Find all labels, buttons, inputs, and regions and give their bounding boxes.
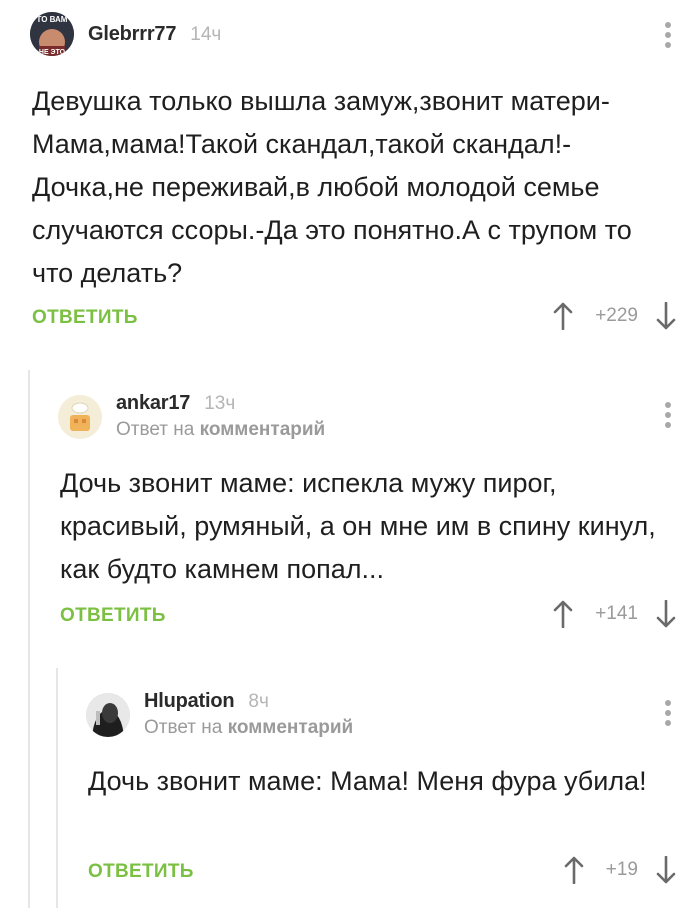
username[interactable]: Hlupation [144,690,235,713]
reply-to-label: Ответ на комментарий [116,419,325,441]
avatar-image [86,692,130,737]
vote-count: +19 [605,859,638,880]
comment-header: Hlupation 8ч Ответ на комментарий [86,690,353,739]
thread-line [28,370,30,908]
reply-to-prefix: Ответ на [116,419,195,440]
arrow-down-icon[interactable] [656,600,676,628]
arrow-up-icon[interactable] [564,856,584,884]
avatar-image: ТО ВАМ НЕ ЭТО [30,12,74,56]
avatar-caption-top: ТО ВАМ [37,15,68,24]
vote-count: +229 [595,305,638,326]
comment-meta: Hlupation 8ч Ответ на комментарий [144,690,353,739]
comment-meta: Glebrrr77 14ч [88,23,221,46]
arrow-up-icon[interactable] [553,600,573,628]
comment-header: ТО ВАМ НЕ ЭТО Glebrrr77 14ч [30,12,221,56]
vote-count: +141 [595,603,638,624]
avatar[interactable] [86,692,130,737]
timestamp: 8ч [248,691,269,712]
username[interactable]: ankar17 [116,392,190,415]
reply-to-label: Ответ на комментарий [144,717,353,739]
comment-text: Дочь звонит маме: испекла мужу пирог, кр… [60,468,656,584]
comment-text: Дочь звонит маме: Мама! Меня фура убила! [88,766,647,796]
more-vert-icon[interactable] [664,22,672,48]
avatar[interactable] [58,394,102,439]
username[interactable]: Glebrrr77 [88,23,176,46]
vote-controls: +229 [553,302,676,330]
name-row: Hlupation 8ч [144,690,353,713]
more-vert-icon[interactable] [664,402,672,428]
timestamp: 13ч [204,393,236,414]
name-row: ankar17 13ч [116,392,325,415]
more-vert-icon[interactable] [664,700,672,726]
reply-to-link[interactable]: комментарий [200,419,326,440]
comment-meta: ankar17 13ч Ответ на комментарий [116,392,325,441]
thread-line [56,668,58,908]
avatar-image [58,394,102,439]
comment-text: Девушка только вышла замуж,звонит матери… [32,86,632,288]
reply-to-link[interactable]: комментарий [228,717,354,738]
comment-header: ankar17 13ч Ответ на комментарий [58,392,325,441]
vote-controls: +141 [553,600,676,628]
reply-button[interactable]: ОТВЕТИТЬ [60,605,166,627]
arrow-down-icon[interactable] [656,302,676,330]
avatar[interactable]: ТО ВАМ НЕ ЭТО [30,12,74,56]
avatar-caption-bottom: НЕ ЭТО [39,49,66,56]
arrow-down-icon[interactable] [656,856,676,884]
arrow-up-icon[interactable] [553,302,573,330]
reply-button[interactable]: ОТВЕТИТЬ [88,861,194,883]
name-row: Glebrrr77 14ч [88,23,221,46]
vote-controls: +19 [564,856,676,884]
reply-button[interactable]: ОТВЕТИТЬ [32,307,138,329]
timestamp: 14ч [190,23,222,45]
reply-to-prefix: Ответ на [144,717,223,738]
